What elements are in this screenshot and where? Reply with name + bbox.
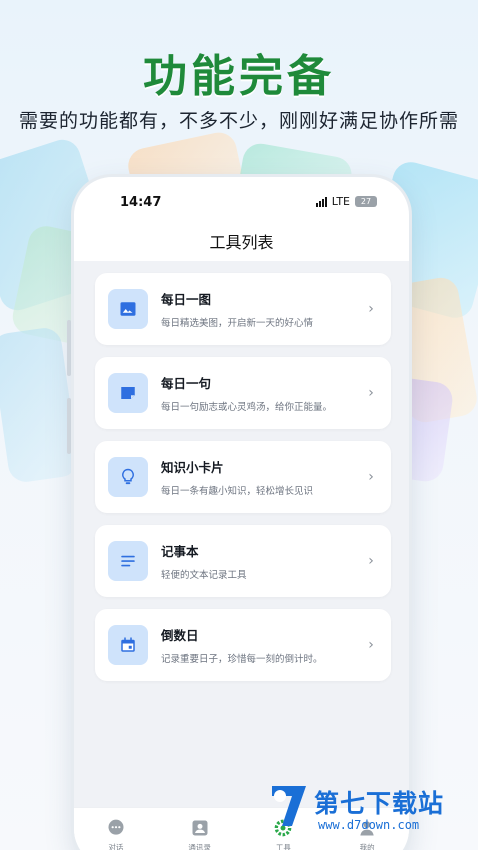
phone-side-button [67, 320, 71, 376]
chat-icon [108, 819, 124, 835]
tool-name: 知识小卡片 [161, 460, 224, 475]
tool-card-knowledge[interactable]: 知识小卡片 每日一条有趣小知识，轻松增长见识 › [95, 441, 391, 513]
signal-icon [315, 196, 327, 207]
tool-name: 每日一图 [161, 292, 212, 307]
tab-label: 我的 [359, 843, 375, 850]
lightbulb-icon [108, 457, 148, 497]
status-time: 14:47 [120, 195, 162, 210]
page-title: 工具列表 [209, 233, 274, 252]
watermark-url: www.d7down.com [318, 818, 420, 832]
status-indicators: LTE 27 [315, 195, 377, 208]
tab-label: 对话 [108, 843, 124, 850]
battery-icon: 27 [355, 196, 377, 207]
chevron-right-icon: › [368, 301, 374, 317]
chevron-right-icon: › [368, 385, 374, 401]
status-bar: 14:47 LTE 27 [74, 177, 409, 227]
tool-name: 倒数日 [161, 628, 199, 643]
tool-desc: 每日一条有趣小知识，轻松增长见识 [161, 486, 314, 497]
tab-label: 通讯录 [188, 843, 211, 850]
watermark-logo-icon [272, 786, 306, 826]
phone-side-button [67, 398, 71, 454]
tab-label: 工具 [275, 843, 291, 850]
notes-icon [108, 541, 148, 581]
contacts-icon [192, 820, 208, 836]
watermark-text: 第七下载站 [314, 789, 445, 818]
site-watermark: 第七下载站 www.d7down.com [270, 782, 470, 842]
tool-card-daily-image[interactable]: 每日一图 每日精选美图，开启新一天的好心情 › [95, 273, 391, 345]
tool-card-daily-quote[interactable]: 每日一句 每日一句励志或心灵鸡汤，给你正能量。 › [95, 357, 391, 429]
calendar-icon [108, 625, 148, 665]
phone-frame: 14:47 LTE 27 工具列表 每日一图 每日精选美图，开启新一天的好心情 … [74, 177, 409, 850]
tool-card-notepad[interactable]: 记事本 轻便的文本记录工具 › [95, 525, 391, 597]
tool-desc: 记录重要日子，珍惜每一刻的倒计时。 [161, 654, 323, 665]
chevron-right-icon: › [368, 637, 374, 653]
tool-list: 每日一图 每日精选美图，开启新一天的好心情 › 每日一句 每日一句励志或心灵鸡汤… [74, 261, 409, 807]
chevron-right-icon: › [368, 553, 374, 569]
tool-name: 每日一句 [161, 376, 212, 391]
chevron-right-icon: › [368, 469, 374, 485]
promo-subline: 需要的功能都有，不多不少，刚刚好满足协作所需 [18, 110, 459, 132]
tool-desc: 每日一句励志或心灵鸡汤，给你正能量。 [161, 402, 333, 413]
tool-desc: 轻便的文本记录工具 [161, 570, 247, 581]
tab-chat[interactable]: 对话 [74, 808, 158, 850]
tool-name: 记事本 [161, 544, 199, 559]
image-icon [108, 289, 148, 329]
tool-desc: 每日精选美图，开启新一天的好心情 [161, 318, 314, 329]
network-label: LTE [331, 195, 350, 208]
tab-contacts[interactable]: 通讯录 [158, 808, 242, 850]
note-icon [108, 373, 148, 413]
promo-headline: 功能完备 [143, 51, 335, 102]
tool-card-countdown[interactable]: 倒数日 记录重要日子，珍惜每一刻的倒计时。 › [95, 609, 391, 681]
